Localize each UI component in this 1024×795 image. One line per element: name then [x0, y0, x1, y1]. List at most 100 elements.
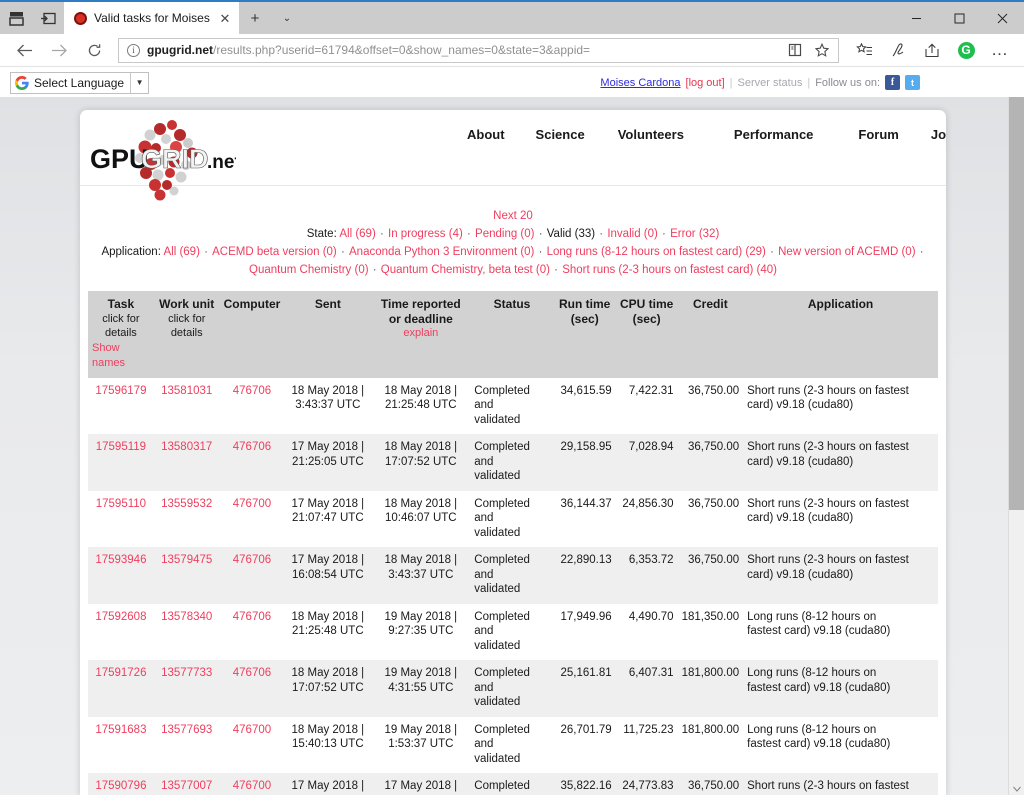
cell-workunit[interactable]: 13579475: [153, 547, 220, 604]
nav-item-science[interactable]: Science: [536, 127, 585, 142]
close-tab-icon[interactable]: ✕: [217, 10, 233, 26]
cell-workunit-link[interactable]: 13578340: [161, 611, 212, 623]
twitter-icon[interactable]: t: [905, 75, 920, 90]
cell-task[interactable]: 17591726: [88, 660, 154, 717]
cell-computer-link[interactable]: 476706: [233, 441, 271, 453]
more-options-button[interactable]: …: [984, 35, 1016, 65]
cell-task[interactable]: 17595119: [88, 434, 154, 491]
cell-computer-link[interactable]: 476700: [233, 498, 271, 510]
user-name-link[interactable]: Moises Cardona: [600, 77, 680, 89]
nav-item-volunteers[interactable]: Volunteers: [618, 127, 684, 142]
column-header-sent[interactable]: Sent: [284, 291, 372, 378]
cell-workunit[interactable]: 13581031: [153, 377, 220, 434]
application-filter-item-7[interactable]: Short runs (2-3 hours on fastest card) (…: [562, 264, 777, 276]
cell-workunit-link[interactable]: 13559532: [161, 498, 212, 510]
set-aside-tabs-icon[interactable]: [32, 2, 64, 34]
application-filter-item-6[interactable]: Quantum Chemistry, beta test (0): [381, 264, 550, 276]
gpugrid-logo[interactable]: GPU GRID .net: [88, 115, 236, 203]
close-icon[interactable]: [981, 2, 1024, 34]
column-header-credit[interactable]: Credit: [677, 291, 744, 378]
chevron-down-icon[interactable]: ▼: [130, 72, 148, 93]
application-filter-item-0[interactable]: All (69): [163, 246, 199, 258]
cell-workunit-link[interactable]: 13581031: [161, 385, 212, 397]
show-names-link[interactable]: Show names: [92, 341, 150, 371]
cell-workunit-link[interactable]: 13577693: [161, 724, 212, 736]
cell-computer-link[interactable]: 476700: [233, 780, 271, 792]
cell-task-link[interactable]: 17592608: [95, 611, 146, 623]
select-language-dropdown[interactable]: Select Language ▼: [10, 71, 150, 94]
cell-computer[interactable]: 476700: [219, 716, 285, 773]
column-header-cpu-time[interactable]: CPU time (sec): [615, 291, 678, 378]
cell-computer-link[interactable]: 476706: [233, 385, 271, 397]
cell-computer[interactable]: 476706: [219, 377, 285, 434]
column-header-task[interactable]: Task click for details Show names: [88, 291, 154, 378]
column-header-application[interactable]: Application: [743, 291, 938, 378]
cell-computer-link[interactable]: 476706: [233, 611, 271, 623]
share-icon[interactable]: [916, 35, 948, 65]
cell-computer-link[interactable]: 476706: [233, 554, 271, 566]
cell-workunit-link[interactable]: 13580317: [161, 441, 212, 453]
facebook-icon[interactable]: f: [885, 75, 900, 90]
new-tab-button[interactable]: +: [239, 2, 271, 34]
state-filter-item-2[interactable]: Pending (0): [475, 228, 534, 240]
state-filter-item-4[interactable]: Invalid (0): [607, 228, 658, 240]
tab-preview-icon[interactable]: [0, 2, 32, 34]
site-info-icon[interactable]: i: [127, 43, 140, 57]
cell-workunit-link[interactable]: 13577007: [161, 780, 212, 792]
star-icon[interactable]: [812, 40, 832, 60]
cell-workunit[interactable]: 13580317: [153, 434, 220, 491]
scrollbar-thumb[interactable]: [1009, 86, 1024, 510]
cell-computer[interactable]: 476700: [219, 773, 285, 795]
column-header-time-reported[interactable]: Time reported or deadline explain: [371, 291, 471, 378]
cell-task-link[interactable]: 17593946: [95, 554, 146, 566]
pen-icon[interactable]: [882, 35, 914, 65]
forward-arrow-icon[interactable]: [43, 35, 76, 65]
column-header-status[interactable]: Status: [470, 291, 554, 378]
cell-task-link[interactable]: 17590796: [95, 780, 146, 792]
nav-item-about[interactable]: About: [467, 127, 505, 142]
cell-task-link[interactable]: 17596179: [95, 385, 146, 397]
cell-computer[interactable]: 476706: [219, 547, 285, 604]
refresh-icon[interactable]: [78, 35, 111, 65]
application-filter-item-5[interactable]: Quantum Chemistry (0): [249, 264, 369, 276]
cell-workunit-link[interactable]: 13577733: [161, 667, 212, 679]
browser-tab[interactable]: Valid tasks for Moises C ✕: [64, 2, 239, 34]
cell-task[interactable]: 17595110: [88, 490, 154, 547]
cell-task-link[interactable]: 17595119: [96, 441, 146, 453]
scroll-down-arrow-icon[interactable]: [1009, 780, 1024, 795]
column-header-run-time[interactable]: Run time (sec): [553, 291, 616, 378]
application-filter-item-1[interactable]: ACEMD beta version (0): [212, 246, 337, 258]
vertical-scrollbar[interactable]: [1008, 68, 1024, 795]
nav-item-join-us[interactable]: Join Us: [931, 127, 946, 142]
cell-workunit[interactable]: 13577693: [153, 716, 220, 773]
cell-task[interactable]: 17593946: [88, 547, 154, 604]
profile-icon[interactable]: G: [950, 35, 982, 65]
cell-task[interactable]: 17592608: [88, 603, 154, 660]
cell-computer[interactable]: 476700: [219, 490, 285, 547]
cell-computer[interactable]: 476706: [219, 603, 285, 660]
nav-item-forum[interactable]: Forum: [858, 127, 898, 142]
cell-task[interactable]: 17591683: [88, 716, 154, 773]
tab-menu-chevron-down-icon[interactable]: ⌄: [271, 2, 303, 34]
minimize-icon[interactable]: [895, 2, 938, 34]
cell-task[interactable]: 17590796: [88, 773, 154, 795]
cell-workunit[interactable]: 13578340: [153, 603, 220, 660]
book-icon[interactable]: [785, 40, 805, 60]
column-header-computer[interactable]: Computer: [219, 291, 285, 378]
cell-workunit[interactable]: 13577733: [153, 660, 220, 717]
address-bar[interactable]: i gpugrid.net/results.php?userid=61794&o…: [118, 37, 839, 63]
cell-computer[interactable]: 476706: [219, 660, 285, 717]
application-filter-item-4[interactable]: New version of ACEMD (0): [778, 246, 915, 258]
back-arrow-icon[interactable]: [8, 35, 41, 65]
application-filter-item-2[interactable]: Anaconda Python 3 Environment (0): [349, 246, 534, 258]
cell-task-link[interactable]: 17591683: [95, 724, 146, 736]
cell-task-link[interactable]: 17591726: [95, 667, 146, 679]
cell-computer[interactable]: 476706: [219, 434, 285, 491]
server-status-link[interactable]: Server status: [738, 77, 803, 89]
application-filter-item-3[interactable]: Long runs (8-12 hours on fastest card) (…: [547, 246, 766, 258]
cell-computer-link[interactable]: 476700: [233, 724, 271, 736]
logout-link[interactable]: [log out]: [686, 77, 725, 89]
nav-item-performance[interactable]: Performance: [734, 127, 813, 142]
cell-workunit-link[interactable]: 13579475: [161, 554, 212, 566]
cell-task[interactable]: 17596179: [88, 377, 154, 434]
